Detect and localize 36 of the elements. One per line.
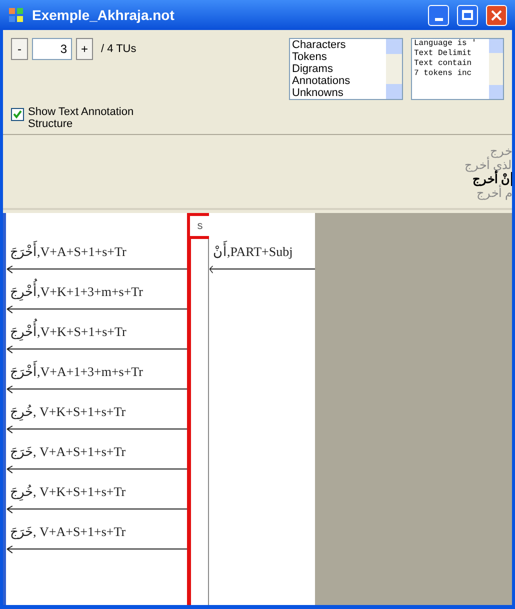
window-title: Exemple_Akhraja.not [32,6,176,25]
annotation-label: أَنْ,PART+Subj [209,241,315,265]
text-line: م أخرج [476,186,512,200]
checkbox[interactable] [11,108,24,121]
annotation-label: أَخْرَجَ,V+A+S+1+s+Tr [6,241,187,265]
checkbox-label: Show Text Annotation Structure [28,106,135,130]
close-button[interactable] [486,4,507,26]
decrement-button[interactable]: - [11,38,28,60]
list-item[interactable]: Characters [292,39,386,51]
list-item[interactable]: Unknowns [292,87,386,99]
info-line: Language is ' [414,39,478,49]
annotation-label: أُخْرِجَ,V+K+S+1+s+Tr [6,321,187,345]
info-line: Text Delimit [414,49,473,59]
annotation-label: خَرَجَ, V+A+S+1+s+Tr [9,523,127,542]
annotation-label: خُرِجَ, V+K+S+1+s+Tr [9,403,127,423]
text-line: خرج [490,144,512,158]
annotation-label: خُرِجَ, V+K+S+1+s+Tr [9,483,127,503]
tu-number-field[interactable]: 3 [32,38,72,60]
annotation-label: أُخْرِجَ,V+K+1+3+m+s+Tr [6,281,187,305]
app-icon [8,7,24,23]
info-line: 7 tokens inc [414,69,473,79]
scrollbar[interactable] [489,39,503,99]
info-line: Text contain [414,59,473,69]
tu-total: / 4 TUs [101,42,136,57]
close-icon [491,10,502,20]
increment-button[interactable]: + [76,38,93,60]
scrollbar[interactable] [386,39,402,99]
annotation-label: أَخْرَجَ,V+A+1+3+m+s+Tr [6,361,187,385]
list-item[interactable]: Annotations [292,75,386,87]
maximize-button[interactable] [457,4,478,26]
list-item[interactable]: Tokens [292,51,386,63]
annotation-label: خَرَجَ, V+A+S+1+s+Tr [9,443,127,462]
text-line: نْ أخرج [472,172,512,186]
text-line: لذي أخرج [464,158,512,172]
minimize-button[interactable] [428,4,449,26]
list-item[interactable]: Digrams [292,63,386,75]
